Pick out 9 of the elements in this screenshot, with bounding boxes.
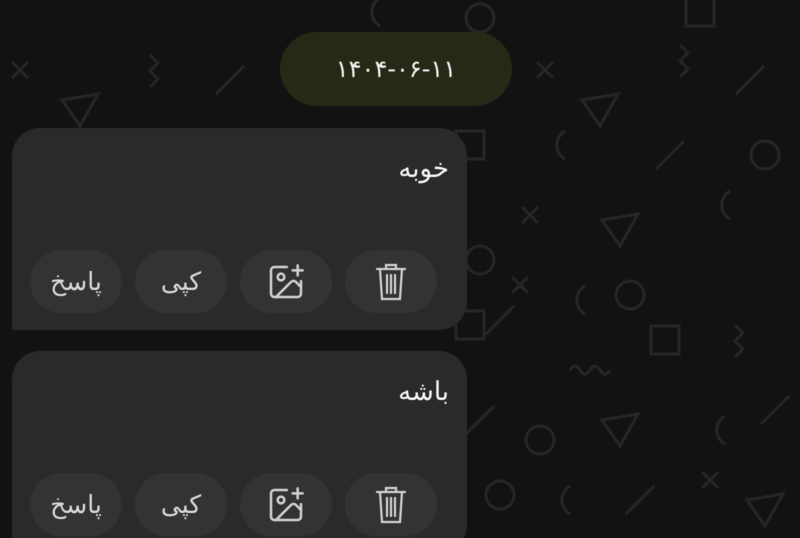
action-button[interactable]: پاسخ	[30, 473, 122, 536]
action-button[interactable]: کپی	[135, 473, 227, 536]
trash-icon	[374, 484, 408, 524]
trash-icon	[374, 262, 408, 302]
message-text: باشه	[398, 377, 449, 407]
message-text: خوبه	[398, 154, 449, 184]
date-label: ۱۴۰۴-۰۶-۱۱	[280, 32, 512, 106]
action-button[interactable]: پاسخ	[30, 250, 122, 313]
action-button[interactable]: کپی	[135, 250, 227, 313]
